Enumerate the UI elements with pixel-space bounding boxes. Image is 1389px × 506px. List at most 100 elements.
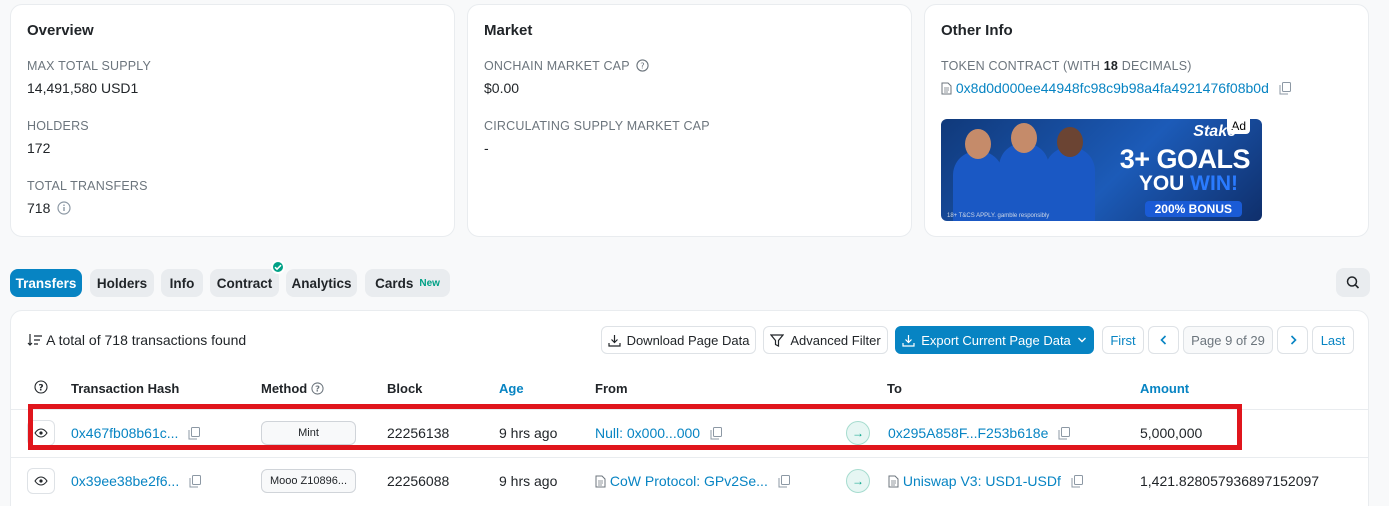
ad-brand: Stake bbox=[1193, 123, 1236, 140]
ad-player-graphic bbox=[953, 151, 1003, 221]
verified-check-icon bbox=[271, 260, 285, 274]
svg-text:?: ? bbox=[640, 61, 645, 71]
next-page-button[interactable] bbox=[1277, 326, 1308, 354]
question-circle-icon[interactable]: ? bbox=[636, 59, 649, 75]
holders-value: 172 bbox=[27, 140, 51, 156]
ad-player-head-graphic bbox=[1057, 127, 1083, 157]
onchain-cap-label-row: ONCHAIN MARKET CAP ? bbox=[484, 59, 649, 75]
onchain-cap-label: ONCHAIN MARKET CAP bbox=[484, 59, 630, 73]
header-from: From bbox=[595, 381, 628, 396]
tab-contract[interactable]: Contract bbox=[210, 269, 279, 297]
arrow-right-icon: → bbox=[846, 469, 870, 493]
transfers-label: TOTAL TRANSFERS bbox=[27, 179, 148, 193]
from-cell: CoW Protocol: GPv2Se... bbox=[595, 473, 790, 491]
info-circle-icon[interactable] bbox=[57, 201, 71, 218]
header-to: To bbox=[887, 381, 902, 396]
header-method: Method ? bbox=[261, 381, 324, 396]
tx-hash-link[interactable]: 0x39ee38be2f6... bbox=[71, 473, 179, 489]
contract-decimals: 18 bbox=[1103, 59, 1119, 73]
header-age[interactable]: Age bbox=[499, 381, 524, 396]
block-link[interactable]: 22256088 bbox=[387, 473, 449, 489]
first-page-button[interactable]: First bbox=[1102, 326, 1144, 354]
copy-icon[interactable] bbox=[778, 475, 790, 491]
advanced-filter-button[interactable]: Advanced Filter bbox=[763, 326, 888, 354]
tab-cards-label: Cards bbox=[375, 275, 414, 291]
tab-holders[interactable]: Holders bbox=[90, 269, 154, 297]
onchain-cap-value: $0.00 bbox=[484, 80, 520, 96]
document-icon bbox=[595, 473, 606, 489]
copy-icon[interactable] bbox=[189, 475, 202, 491]
eye-icon bbox=[34, 476, 48, 486]
ad-player-head-graphic bbox=[1011, 123, 1037, 153]
svg-text:?: ? bbox=[38, 383, 43, 393]
ad-banner[interactable]: Ad Stake 3+ GOALS YOU WIN! 200% BONUS 18… bbox=[941, 119, 1262, 221]
download-icon bbox=[902, 334, 915, 347]
ad-bonus: 200% BONUS bbox=[1144, 201, 1242, 217]
page-indicator: Page 9 of 29 bbox=[1183, 326, 1273, 354]
export-label: Export Current Page Data bbox=[921, 332, 1071, 348]
ad-player-graphic bbox=[1045, 147, 1095, 221]
document-icon bbox=[888, 473, 899, 489]
ad-headline: 3+ GOALS bbox=[1119, 144, 1251, 174]
overview-card: Overview MAX TOTAL SUPPLY 14,491,580 USD… bbox=[10, 4, 455, 237]
row-highlight-box bbox=[28, 404, 1242, 450]
header-method-label: Method bbox=[261, 381, 308, 396]
download-label: Download Page Data bbox=[626, 332, 750, 348]
search-button[interactable] bbox=[1336, 268, 1370, 297]
last-page-button[interactable]: Last bbox=[1312, 326, 1354, 354]
transactions-summary: A total of 718 transactions found bbox=[46, 332, 247, 348]
filter-icon bbox=[770, 333, 785, 347]
ad-subheadline: YOU WIN! bbox=[1139, 172, 1238, 196]
export-page-data-button[interactable]: Export Current Page Data bbox=[895, 326, 1094, 354]
prev-page-button[interactable] bbox=[1148, 326, 1179, 354]
svg-text:?: ? bbox=[315, 384, 320, 394]
tab-analytics[interactable]: Analytics bbox=[286, 269, 357, 297]
new-badge: New bbox=[419, 277, 440, 289]
ad-player-graphic bbox=[999, 143, 1049, 221]
help-circle-icon[interactable]: ? bbox=[34, 380, 48, 397]
ad-win: WIN! bbox=[1190, 172, 1238, 195]
question-circle-icon: ? bbox=[311, 382, 324, 395]
eye-button[interactable] bbox=[27, 468, 55, 494]
holders-label: HOLDERS bbox=[27, 119, 89, 133]
method-badge: Mooo Z10896... bbox=[261, 469, 356, 493]
from-address-link[interactable]: CoW Protocol: GPv2Se... bbox=[610, 473, 768, 489]
download-page-data-button[interactable]: Download Page Data bbox=[601, 326, 756, 354]
overview-title: Overview bbox=[27, 22, 94, 39]
contract-label-suffix: DECIMALS) bbox=[1118, 59, 1192, 73]
search-icon bbox=[1346, 276, 1360, 289]
sort-icon[interactable] bbox=[27, 332, 46, 348]
max-supply-label: MAX TOTAL SUPPLY bbox=[27, 59, 152, 73]
ad-terms: 18+ T&CS APPLY. gamble responsibly bbox=[947, 213, 1050, 219]
summary-row: A total of 718 transactions found bbox=[27, 332, 246, 348]
other-info-card: Other Info TOKEN CONTRACT (WITH 18 DECIM… bbox=[924, 4, 1369, 237]
download-icon bbox=[607, 334, 621, 347]
ad-you: YOU bbox=[1138, 172, 1191, 195]
header-block: Block bbox=[387, 381, 423, 396]
copy-icon[interactable] bbox=[1071, 475, 1083, 491]
amount-cell: 1,421.828057936897152097 bbox=[1140, 473, 1320, 489]
copy-icon[interactable] bbox=[1279, 82, 1291, 98]
table-divider bbox=[11, 457, 1368, 458]
to-cell: Uniswap V3: USD1-USDf bbox=[888, 473, 1083, 491]
tab-transfers[interactable]: Transfers bbox=[10, 269, 82, 297]
transfers-value: 718 bbox=[27, 200, 51, 216]
header-amount[interactable]: Amount bbox=[1140, 381, 1189, 396]
market-title: Market bbox=[484, 22, 533, 39]
header-transaction-hash: Transaction Hash bbox=[71, 381, 180, 396]
chevron-down-icon bbox=[1077, 337, 1086, 343]
max-supply-value: 14,491,580 USD1 bbox=[27, 80, 139, 96]
ad-player-head-graphic bbox=[965, 129, 991, 159]
age-cell: 9 hrs ago bbox=[499, 473, 558, 489]
to-address-link[interactable]: Uniswap V3: USD1-USDf bbox=[903, 473, 1061, 489]
document-icon bbox=[941, 80, 956, 96]
contract-address-link[interactable]: 0x8d0d000ee44948fc98c9b98a4fa4921476f08b… bbox=[956, 80, 1269, 96]
contract-address-row: 0x8d0d000ee44948fc98c9b98a4fa4921476f08b… bbox=[941, 80, 1291, 98]
chevron-right-icon bbox=[1290, 335, 1297, 345]
contract-label-prefix: TOKEN CONTRACT (WITH bbox=[941, 59, 1104, 73]
market-card: Market ONCHAIN MARKET CAP ? $0.00 CIRCUL… bbox=[467, 4, 912, 237]
advanced-filter-label: Advanced Filter bbox=[790, 332, 881, 348]
tab-cards[interactable]: Cards New bbox=[365, 269, 450, 297]
transfers-row: 718 bbox=[27, 200, 71, 218]
tab-info[interactable]: Info bbox=[161, 269, 203, 297]
